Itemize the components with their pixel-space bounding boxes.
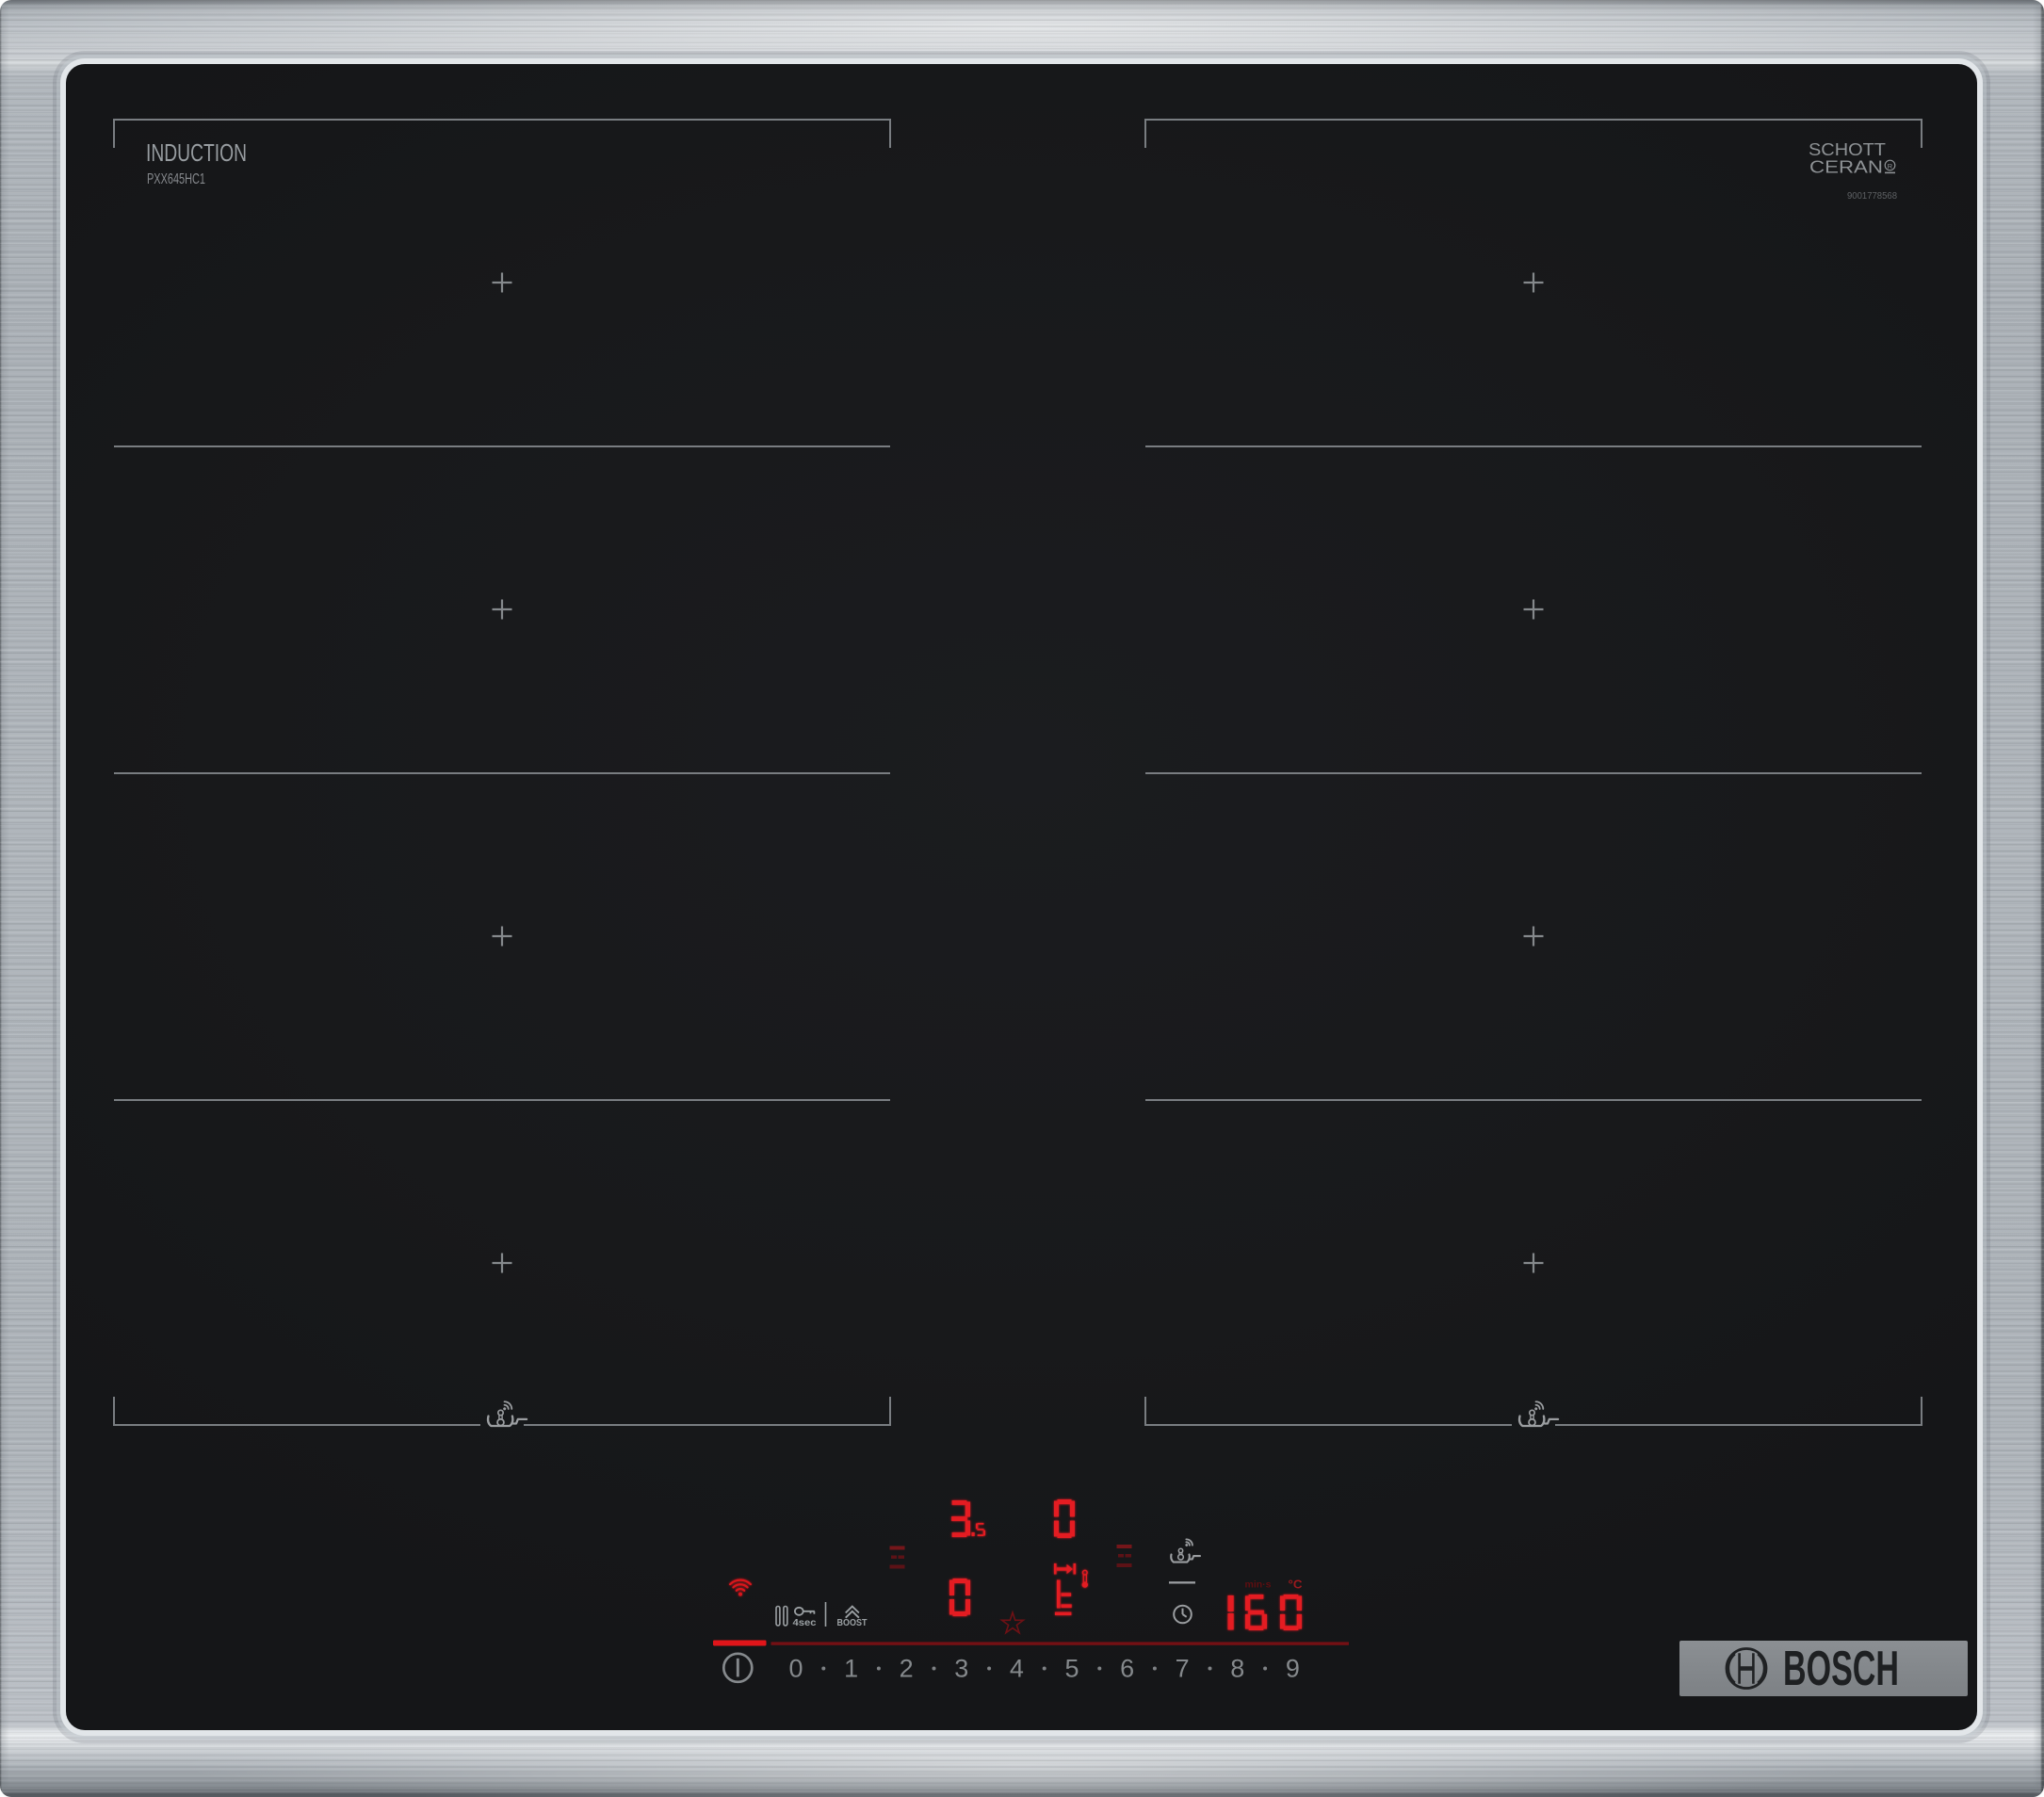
svg-text:BOOST: BOOST — [837, 1618, 868, 1628]
svg-text:9001778568: 9001778568 — [1847, 191, 1897, 202]
svg-text:BOSCH: BOSCH — [1783, 1641, 1899, 1695]
svg-text:PXX645HC1: PXX645HC1 — [147, 171, 205, 187]
svg-text:2: 2 — [900, 1655, 914, 1683]
svg-text:SCHOTT: SCHOTT — [1809, 140, 1886, 159]
svg-text:7: 7 — [1176, 1655, 1190, 1683]
svg-text:3: 3 — [954, 1655, 968, 1683]
svg-text:R: R — [1888, 162, 1893, 170]
svg-text:1: 1 — [844, 1655, 858, 1683]
svg-text:8: 8 — [1230, 1655, 1244, 1683]
svg-text:min·s: min·s — [1245, 1579, 1272, 1591]
svg-text:0: 0 — [788, 1655, 803, 1683]
svg-text:4: 4 — [1010, 1655, 1024, 1683]
svg-text:9: 9 — [1286, 1655, 1300, 1683]
svg-text:5: 5 — [1064, 1655, 1079, 1683]
svg-text:6: 6 — [1120, 1655, 1134, 1683]
svg-text:CERAN: CERAN — [1809, 158, 1883, 177]
svg-text:°C: °C — [1289, 1578, 1303, 1592]
svg-text:INDUCTION: INDUCTION — [146, 138, 247, 167]
svg-text:4sec: 4sec — [793, 1618, 817, 1628]
